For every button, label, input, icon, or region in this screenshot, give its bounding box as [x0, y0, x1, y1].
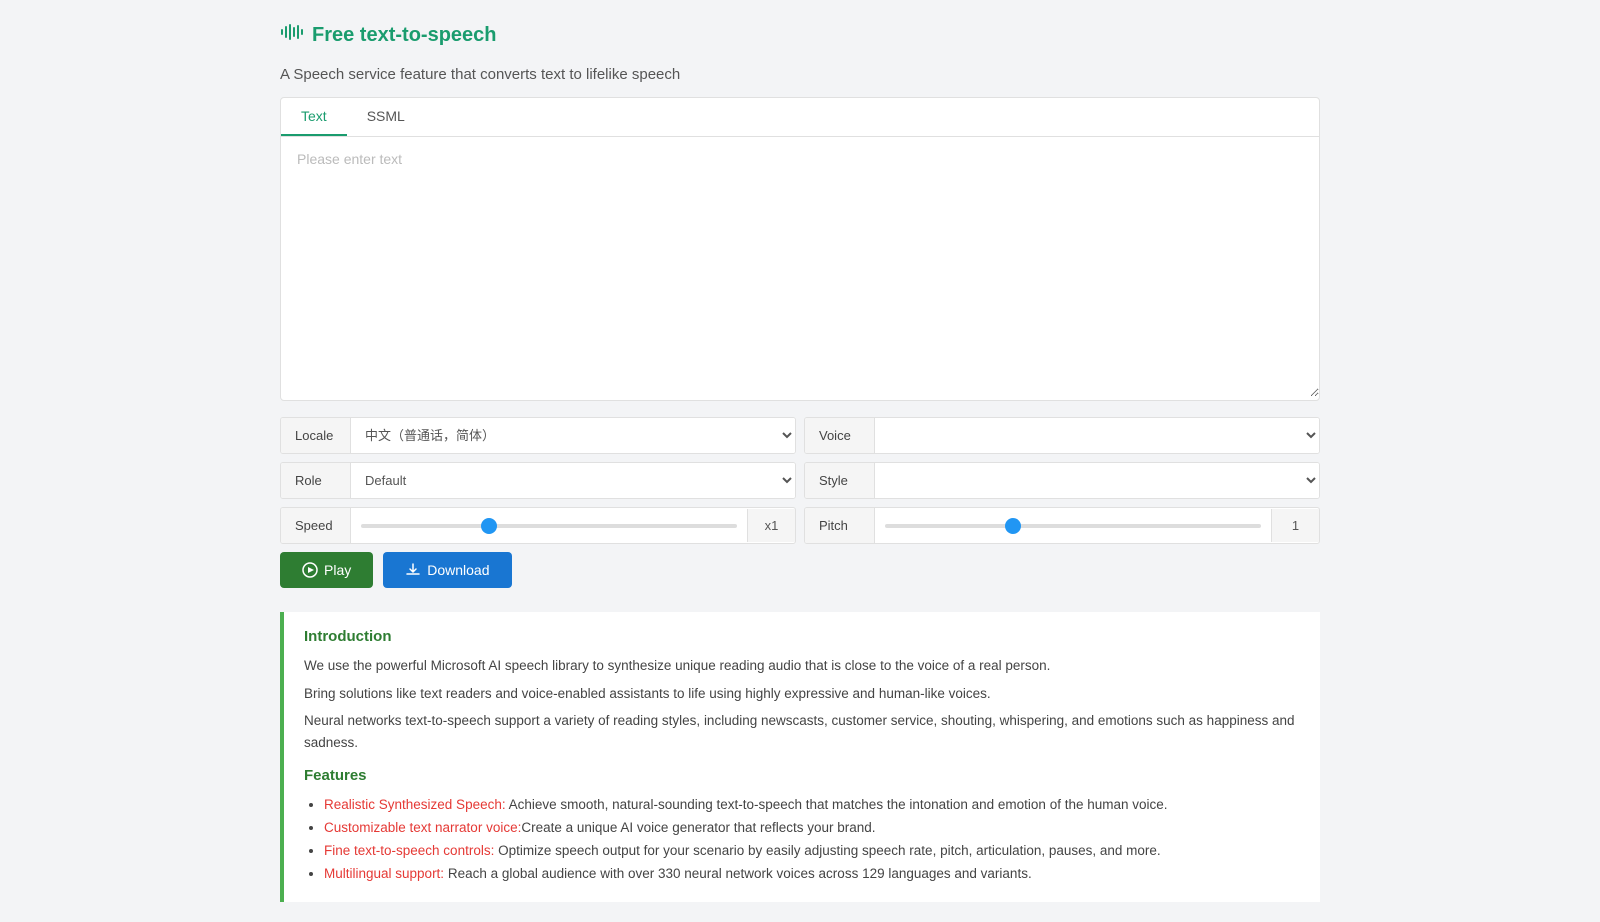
- style-select[interactable]: [875, 463, 1319, 498]
- features-list: Realistic Synthesized Speech: Achieve sm…: [304, 794, 1300, 886]
- intro-line-3: Neural networks text-to-speech support a…: [304, 710, 1300, 753]
- voice-select[interactable]: [875, 418, 1319, 453]
- speed-control: Speed x1: [280, 507, 796, 544]
- feature-highlight-2: Fine text-to-speech controls:: [324, 843, 494, 858]
- download-icon: [405, 562, 421, 578]
- intro-line-1: We use the powerful Microsoft AI speech …: [304, 655, 1300, 677]
- feature-text-3: Reach a global audience with over 330 ne…: [444, 866, 1032, 881]
- list-item: Customizable text narrator voice:Create …: [324, 817, 1300, 840]
- pitch-value: 1: [1271, 509, 1319, 542]
- tab-ssml[interactable]: SSML: [347, 98, 425, 136]
- list-item: Multilingual support: Reach a global aud…: [324, 863, 1300, 886]
- intro-title: Introduction: [304, 628, 1300, 645]
- feature-text-0: Achieve smooth, natural-sounding text-to…: [506, 797, 1168, 812]
- voice-label: Voice: [805, 418, 875, 453]
- app-title-container: Free text-to-speech: [280, 20, 1320, 50]
- pitch-control: Pitch 1: [804, 507, 1320, 544]
- intro-line-2: Bring solutions like text readers and vo…: [304, 683, 1300, 705]
- tabs-container: Text SSML: [281, 98, 1319, 137]
- play-button[interactable]: Play: [280, 552, 373, 588]
- input-card: Text SSML: [280, 97, 1320, 401]
- feature-text-1: Create a unique AI voice generator that …: [521, 820, 875, 835]
- waveform-icon: [280, 20, 304, 50]
- action-buttons: Play Download: [280, 552, 1320, 588]
- download-button[interactable]: Download: [383, 552, 511, 588]
- locale-label: Locale: [281, 418, 351, 453]
- speed-label: Speed: [281, 508, 351, 543]
- app-title-text: Free text-to-speech: [312, 24, 497, 47]
- pitch-slider[interactable]: [885, 524, 1261, 528]
- feature-highlight-0: Realistic Synthesized Speech:: [324, 797, 506, 812]
- feature-text-2: Optimize speech output for your scenario…: [494, 843, 1160, 858]
- features-title: Features: [304, 767, 1300, 784]
- voice-control: Voice: [804, 417, 1320, 454]
- style-control: Style: [804, 462, 1320, 499]
- page-subtitle: A Speech service feature that converts t…: [280, 66, 1320, 83]
- download-label: Download: [427, 562, 489, 578]
- role-control: Role Default: [280, 462, 796, 499]
- speed-slider[interactable]: [361, 524, 737, 528]
- play-label: Play: [324, 562, 351, 578]
- tab-text[interactable]: Text: [281, 98, 347, 136]
- locale-control: Locale 中文（普通话，简体）: [280, 417, 796, 454]
- list-item: Fine text-to-speech controls: Optimize s…: [324, 840, 1300, 863]
- play-icon: [302, 562, 318, 578]
- controls-grid: Locale 中文（普通话，简体） Voice Role Default Sty…: [280, 417, 1320, 544]
- list-item: Realistic Synthesized Speech: Achieve sm…: [324, 794, 1300, 817]
- text-input[interactable]: [281, 137, 1319, 397]
- info-section: Introduction We use the powerful Microso…: [280, 612, 1320, 902]
- pitch-slider-container: [875, 524, 1271, 528]
- pitch-label: Pitch: [805, 508, 875, 543]
- role-label: Role: [281, 463, 351, 498]
- speed-value: x1: [747, 509, 795, 542]
- speed-slider-container: [351, 524, 747, 528]
- style-label: Style: [805, 463, 875, 498]
- role-select[interactable]: Default: [351, 463, 795, 498]
- locale-select[interactable]: 中文（普通话，简体）: [351, 418, 795, 453]
- textarea-container: [281, 137, 1319, 400]
- feature-highlight-1: Customizable text narrator voice:: [324, 820, 521, 835]
- feature-highlight-3: Multilingual support:: [324, 866, 444, 881]
